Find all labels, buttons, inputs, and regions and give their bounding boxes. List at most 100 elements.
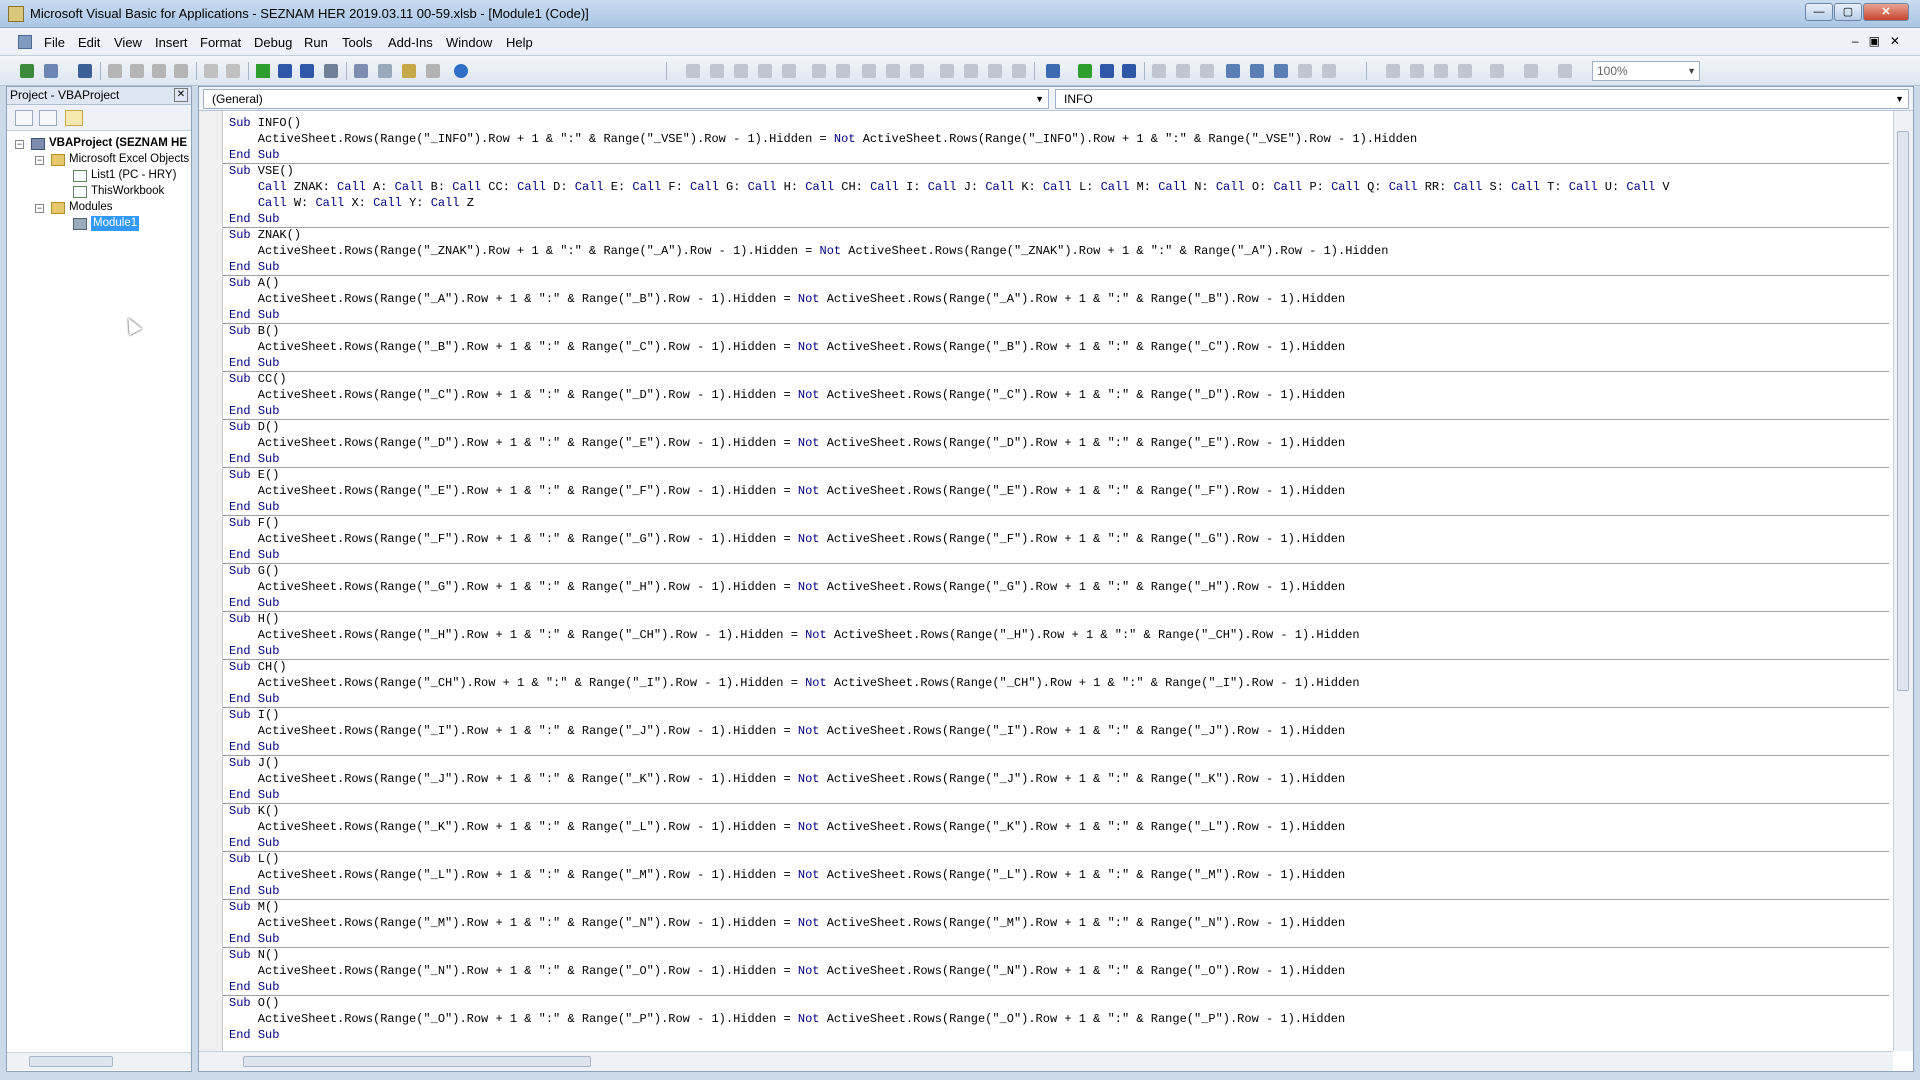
menu-tools[interactable]: Tools bbox=[342, 35, 372, 50]
watch-window-icon[interactable] bbox=[1274, 64, 1288, 78]
send-to-back-icon[interactable] bbox=[1410, 64, 1424, 78]
code-line[interactable]: ActiveSheet.Rows(Range("_M").Row + 1 & "… bbox=[229, 915, 1345, 931]
align-icon[interactable] bbox=[1490, 64, 1504, 78]
code-line[interactable]: Sub H() bbox=[229, 611, 279, 627]
code-line[interactable]: Sub G() bbox=[229, 563, 279, 579]
code-line[interactable]: ActiveSheet.Rows(Range("_ZNAK").Row + 1 … bbox=[229, 243, 1389, 259]
code-line[interactable]: ActiveSheet.Rows(Range("_K").Row + 1 & "… bbox=[229, 819, 1345, 835]
code-line[interactable]: End Sub bbox=[229, 211, 279, 227]
code-line[interactable]: Sub I() bbox=[229, 707, 279, 723]
tree-item-thisworkbook[interactable]: ThisWorkbook bbox=[91, 184, 164, 199]
code-line[interactable]: End Sub bbox=[229, 931, 279, 947]
code-window-icon[interactable] bbox=[18, 35, 32, 49]
menu-file[interactable]: File bbox=[44, 35, 65, 50]
code-line[interactable]: ActiveSheet.Rows(Range("_INFO").Row + 1 … bbox=[229, 131, 1417, 147]
view-code-icon[interactable] bbox=[15, 110, 33, 126]
indent-icon[interactable] bbox=[812, 64, 826, 78]
paste-icon[interactable] bbox=[152, 64, 166, 78]
complete-word-icon[interactable] bbox=[782, 64, 796, 78]
code-line[interactable]: Sub J() bbox=[229, 755, 279, 771]
close-icon[interactable]: ✕ bbox=[174, 88, 188, 102]
code-line[interactable]: Sub K() bbox=[229, 803, 279, 819]
view-object-icon[interactable] bbox=[39, 110, 57, 126]
reset-icon[interactable] bbox=[300, 64, 314, 78]
toggle-breakpoint-icon[interactable] bbox=[862, 64, 876, 78]
code-line[interactable]: Sub B() bbox=[229, 323, 279, 339]
copy-icon[interactable] bbox=[130, 64, 144, 78]
code-line[interactable]: ActiveSheet.Rows(Range("_D").Row + 1 & "… bbox=[229, 435, 1345, 451]
quick-watch-icon[interactable] bbox=[1298, 64, 1312, 78]
code-horizontal-scrollbar[interactable] bbox=[223, 1051, 1893, 1071]
code-line[interactable]: End Sub bbox=[229, 403, 279, 419]
redo-icon[interactable] bbox=[226, 64, 240, 78]
code-line[interactable]: ActiveSheet.Rows(Range("_O").Row + 1 & "… bbox=[229, 1011, 1345, 1027]
undo-icon[interactable] bbox=[204, 64, 218, 78]
chevron-down-icon[interactable]: ▼ bbox=[1035, 90, 1044, 108]
code-line[interactable]: End Sub bbox=[229, 147, 279, 163]
debug-design-mode-icon[interactable] bbox=[1046, 64, 1060, 78]
code-editor[interactable]: Sub INFO() ActiveSheet.Rows(Range("_INFO… bbox=[223, 111, 1893, 1051]
scrollbar-thumb[interactable] bbox=[29, 1056, 113, 1067]
code-line[interactable]: ActiveSheet.Rows(Range("_CH").Row + 1 & … bbox=[229, 675, 1360, 691]
code-line[interactable]: End Sub bbox=[229, 787, 279, 803]
code-line[interactable]: ActiveSheet.Rows(Range("_J").Row + 1 & "… bbox=[229, 771, 1345, 787]
code-line[interactable]: ActiveSheet.Rows(Range("_A").Row + 1 & "… bbox=[229, 291, 1345, 307]
debug-break-icon[interactable] bbox=[1100, 64, 1114, 78]
code-line[interactable]: Sub A() bbox=[229, 275, 279, 291]
code-line[interactable]: End Sub bbox=[229, 259, 279, 275]
code-vertical-scrollbar[interactable] bbox=[1893, 111, 1913, 1051]
menu-add-ins[interactable]: Add-Ins bbox=[388, 35, 433, 50]
collapse-icon[interactable]: − bbox=[35, 204, 44, 213]
cut-icon[interactable] bbox=[108, 64, 122, 78]
menu-help[interactable]: Help bbox=[506, 35, 533, 50]
make-same-size-icon[interactable] bbox=[1558, 64, 1572, 78]
code-line[interactable]: Sub INFO() bbox=[229, 115, 301, 131]
code-line[interactable]: Sub VSE() bbox=[229, 163, 294, 179]
tree-item-module1[interactable]: Module1 bbox=[91, 216, 140, 231]
step-out-icon[interactable] bbox=[1200, 64, 1214, 78]
next-bookmark-icon[interactable] bbox=[964, 64, 978, 78]
code-line[interactable]: Sub O() bbox=[229, 995, 279, 1011]
break-icon[interactable] bbox=[278, 64, 292, 78]
code-line[interactable]: Sub E() bbox=[229, 467, 279, 483]
procedure-dropdown[interactable]: INFO ▼ bbox=[1055, 89, 1909, 109]
menu-view[interactable]: View bbox=[114, 35, 142, 50]
project-horizontal-scrollbar[interactable] bbox=[7, 1052, 191, 1070]
comment-block-icon[interactable] bbox=[886, 64, 900, 78]
minimize-button[interactable]: — bbox=[1805, 3, 1833, 21]
help-icon[interactable] bbox=[454, 64, 468, 78]
code-line[interactable]: Sub F() bbox=[229, 515, 279, 531]
menu-debug[interactable]: Debug bbox=[254, 35, 292, 50]
code-line[interactable]: Sub N() bbox=[229, 947, 279, 963]
code-line[interactable]: Sub CH() bbox=[229, 659, 287, 675]
code-line[interactable]: End Sub bbox=[229, 883, 279, 899]
margin-indicator-bar[interactable] bbox=[199, 111, 223, 1051]
list-properties-icon[interactable] bbox=[686, 64, 700, 78]
toggle-bookmark-icon[interactable] bbox=[940, 64, 954, 78]
code-line[interactable]: End Sub bbox=[229, 451, 279, 467]
code-line[interactable]: End Sub bbox=[229, 547, 279, 563]
code-line[interactable]: End Sub bbox=[229, 1027, 279, 1043]
close-button[interactable]: ✕ bbox=[1863, 3, 1909, 21]
code-line[interactable]: Sub ZNAK() bbox=[229, 227, 301, 243]
parameter-info-icon[interactable] bbox=[758, 64, 772, 78]
tree-item-vbaproject[interactable]: VBAProject (SEZNAM HE bbox=[49, 136, 187, 151]
design-mode-icon[interactable] bbox=[324, 64, 338, 78]
clear-bookmarks-icon[interactable] bbox=[1012, 64, 1026, 78]
procedure-view-buttons[interactable] bbox=[199, 1051, 223, 1071]
group-icon[interactable] bbox=[1434, 64, 1448, 78]
collapse-icon[interactable]: − bbox=[15, 140, 24, 149]
object-dropdown[interactable]: (General) ▼ bbox=[203, 89, 1049, 109]
code-line[interactable]: Call ZNAK: Call A: Call B: Call CC: Call… bbox=[229, 179, 1670, 195]
code-line[interactable]: ActiveSheet.Rows(Range("_N").Row + 1 & "… bbox=[229, 963, 1345, 979]
bring-to-front-icon[interactable] bbox=[1386, 64, 1400, 78]
locals-window-icon[interactable] bbox=[1226, 64, 1240, 78]
scrollbar-thumb[interactable] bbox=[1897, 131, 1909, 691]
menu-insert[interactable]: Insert bbox=[155, 35, 188, 50]
code-line[interactable]: End Sub bbox=[229, 739, 279, 755]
toggle-folders-icon[interactable] bbox=[65, 110, 83, 126]
code-line[interactable]: ActiveSheet.Rows(Range("_F").Row + 1 & "… bbox=[229, 531, 1345, 547]
previous-bookmark-icon[interactable] bbox=[988, 64, 1002, 78]
code-line[interactable]: End Sub bbox=[229, 595, 279, 611]
menu-window[interactable]: Window bbox=[446, 35, 492, 50]
